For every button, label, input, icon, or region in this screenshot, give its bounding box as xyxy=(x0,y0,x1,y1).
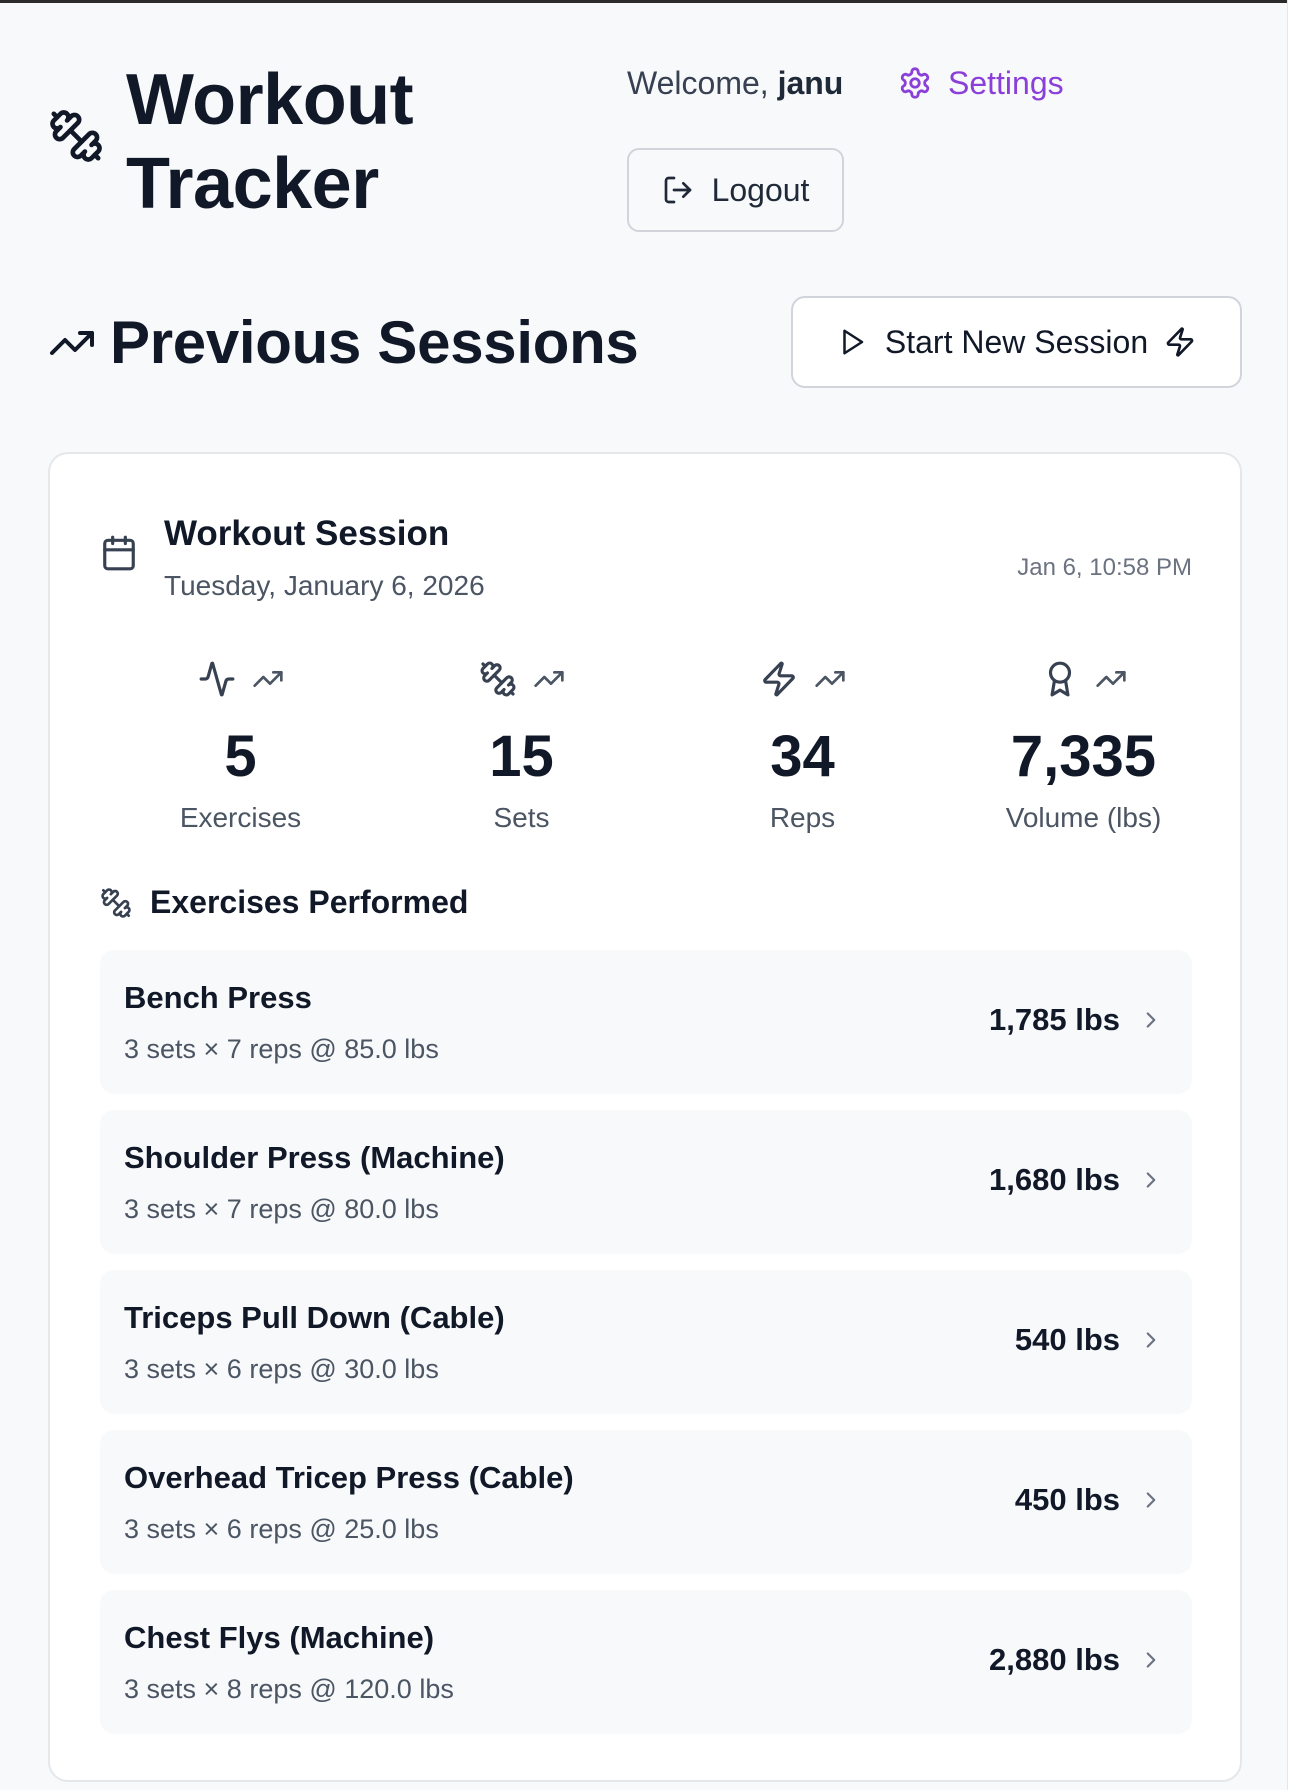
exercise-item[interactable]: Shoulder Press (Machine) 3 sets × 7 reps… xyxy=(100,1110,1192,1254)
chevron-right-icon xyxy=(1146,1652,1156,1668)
stat-value: 7,335 xyxy=(1010,724,1157,789)
stat-label: Volume (lbs) xyxy=(1005,802,1162,833)
exercise-volume: 1,680 lbs xyxy=(989,1162,1120,1197)
exercise-item[interactable]: Triceps Pull Down (Cable) 3 sets × 6 rep… xyxy=(100,1270,1192,1414)
chevron-right-icon xyxy=(1146,1492,1156,1508)
exercise-item[interactable]: Chest Flys (Machine) 3 sets × 8 reps @ 1… xyxy=(100,1590,1192,1734)
logout-label: Logout xyxy=(711,171,810,208)
stat-label: Reps xyxy=(769,802,836,833)
session-stats: 5 Exercises 15 Sets 34 Reps 7,335 Volume… xyxy=(100,654,1224,834)
exercises-header-label: Exercises Performed xyxy=(150,884,469,920)
exercise-name: Shoulder Press (Machine) xyxy=(124,1140,505,1175)
exercise-volume: 2,880 lbs xyxy=(989,1642,1120,1677)
stat-reps: 34 Reps xyxy=(662,654,943,836)
dumbbell-icon xyxy=(480,661,515,697)
dumbbell-icon xyxy=(101,887,131,918)
exercise-detail: 3 sets × 7 reps @ 85.0 lbs xyxy=(124,1034,439,1064)
exercises-header: Exercises Performed xyxy=(100,884,468,921)
exercise-name: Triceps Pull Down (Cable) xyxy=(124,1300,505,1335)
exercise-volume: 450 lbs xyxy=(1014,1482,1120,1517)
dumbbell-icon xyxy=(50,110,102,162)
exercise-item[interactable]: Bench Press 3 sets × 7 reps @ 85.0 lbs 1… xyxy=(100,950,1192,1094)
app-title-line2: Tracker xyxy=(126,144,379,224)
exercise-name: Chest Flys (Machine) xyxy=(124,1620,435,1655)
gear-icon xyxy=(900,67,930,99)
scrollbar-track[interactable] xyxy=(1287,0,1296,1790)
stat-label: Exercises xyxy=(179,802,302,833)
app-brand: Workout Tracker xyxy=(48,58,414,226)
welcome-message: Welcome, janu xyxy=(627,62,843,104)
logout-icon xyxy=(664,176,691,204)
play-icon xyxy=(843,329,864,355)
award-icon xyxy=(1048,661,1071,697)
trending-up-icon xyxy=(50,330,94,355)
stat-value: 15 xyxy=(489,724,554,789)
exercise-volume: 1,785 lbs xyxy=(989,1002,1120,1037)
trending-up-icon xyxy=(1095,671,1126,687)
settings-link[interactable]: Settings xyxy=(898,62,1064,104)
session-timestamp: Jan 6, 10:58 PM xyxy=(1017,554,1192,581)
exercise-detail: 3 sets × 6 reps @ 30.0 lbs xyxy=(124,1354,439,1384)
exercise-detail: 3 sets × 7 reps @ 80.0 lbs xyxy=(124,1194,439,1224)
section-header: Previous Sessions xyxy=(48,308,639,377)
exercise-volume: 540 lbs xyxy=(1014,1322,1120,1357)
app-title: Workout Tracker xyxy=(126,58,414,226)
trending-up-icon xyxy=(814,671,845,687)
section-title: Previous Sessions xyxy=(110,309,639,376)
zap-icon xyxy=(762,661,795,697)
stat-sets: 15 Sets xyxy=(381,654,662,836)
exercise-list: Bench Press 3 sets × 7 reps @ 85.0 lbs 1… xyxy=(100,950,1192,1750)
username: janu xyxy=(777,65,844,101)
exercise-detail: 3 sets × 8 reps @ 120.0 lbs xyxy=(124,1674,454,1704)
logout-button[interactable]: Logout xyxy=(627,148,844,232)
app-title-line1: Workout xyxy=(126,60,414,140)
stat-value: 5 xyxy=(224,724,257,789)
start-new-session-button[interactable]: Start New Session xyxy=(791,296,1242,388)
activity-icon xyxy=(199,661,234,697)
zap-icon xyxy=(1166,327,1194,357)
stat-value: 34 xyxy=(770,724,835,789)
stat-volume: 7,335 Volume (lbs) xyxy=(943,654,1224,836)
chevron-right-icon xyxy=(1146,1012,1156,1028)
chevron-right-icon xyxy=(1146,1332,1156,1348)
exercise-detail: 3 sets × 6 reps @ 25.0 lbs xyxy=(124,1514,439,1544)
window-top-border xyxy=(0,0,1296,3)
exercise-name: Bench Press xyxy=(124,980,312,1015)
settings-label: Settings xyxy=(948,65,1064,101)
stat-label: Sets xyxy=(493,802,550,833)
session-date: Tuesday, January 6, 2026 xyxy=(164,570,485,601)
exercise-item[interactable]: Overhead Tricep Press (Cable) 3 sets × 6… xyxy=(100,1430,1192,1574)
chevron-right-icon xyxy=(1146,1172,1156,1188)
calendar-icon xyxy=(103,535,135,571)
start-session-label: Start New Session xyxy=(884,323,1149,360)
exercise-name: Overhead Tricep Press (Cable) xyxy=(124,1460,574,1495)
session-card[interactable]: Workout Session Tuesday, January 6, 2026… xyxy=(48,452,1242,1782)
stat-exercises: 5 Exercises xyxy=(100,654,381,836)
session-title: Workout Session xyxy=(164,514,450,553)
trending-up-icon xyxy=(533,671,564,687)
trending-up-icon xyxy=(252,671,283,687)
welcome-prefix: Welcome, xyxy=(627,65,778,101)
